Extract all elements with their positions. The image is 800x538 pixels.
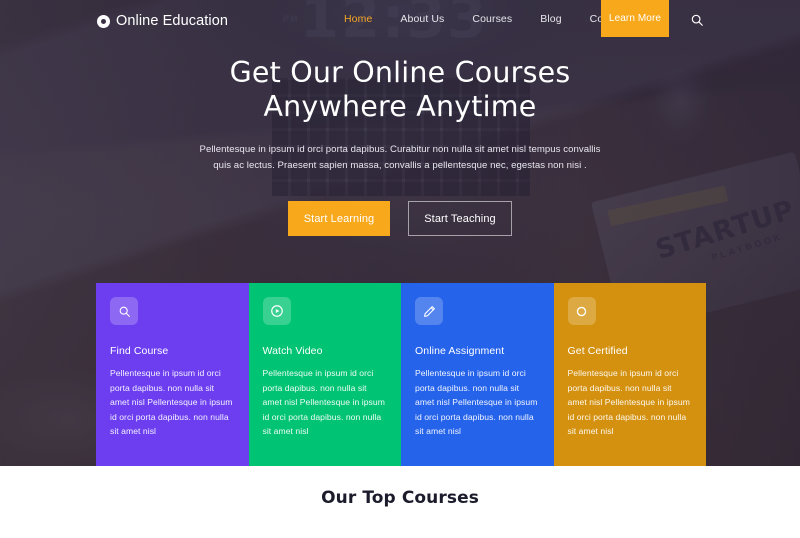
start-teaching-button[interactable]: Start Teaching (408, 201, 512, 236)
feature-card-title: Get Certified (567, 345, 628, 357)
top-courses-section: Our Top Courses (0, 466, 800, 538)
feature-card-title: Watch Video (262, 345, 323, 357)
feature-card-text: Pellentesque in ipsum id orci porta dapi… (567, 368, 690, 437)
hero-title-line1: Get Our Online Courses (229, 56, 571, 89)
brand-logo[interactable]: Online Education (97, 13, 228, 29)
feature-card-get-certified[interactable]: Get Certified Pellentesque in ipsum id o… (553, 283, 706, 466)
nav-link-blog[interactable]: Blog (526, 0, 575, 38)
pencil-icon (415, 297, 443, 325)
top-navigation-bar: Online Education Home About Us Courses B… (0, 0, 800, 38)
feature-card-text: Pellentesque in ipsum id orci porta dapi… (415, 368, 538, 437)
feature-card-title: Find Course (110, 345, 169, 357)
hero-title: Get Our Online Courses Anywhere Anytime (0, 56, 800, 124)
play-circle-icon (262, 297, 291, 325)
learn-more-button[interactable]: Learn More (601, 0, 669, 37)
section-title: Our Top Courses (321, 488, 479, 508)
feature-cards: Find Course Pellentesque in ipsum id orc… (96, 283, 706, 466)
feature-card-text: Pellentesque in ipsum id orci porta dapi… (262, 368, 385, 437)
hero-title-line2: Anywhere Anytime (263, 90, 537, 123)
hero-subtitle: Pellentesque in ipsum id orci porta dapi… (199, 144, 601, 171)
landing-page: PM 12:33 STARTUP PLAYBOOK Online Educati… (0, 0, 800, 538)
search-icon[interactable] (688, 11, 706, 29)
brand-name: Online Education (116, 13, 229, 29)
hero-button-group: Start Learning Start Teaching (0, 201, 800, 236)
nav-link-about-us[interactable]: About Us (386, 0, 458, 38)
feature-card-find-course[interactable]: Find Course Pellentesque in ipsum id orc… (96, 283, 249, 466)
nav-link-courses[interactable]: Courses (458, 0, 526, 38)
nav-link-home[interactable]: Home (330, 0, 386, 38)
start-learning-button[interactable]: Start Learning (288, 201, 390, 236)
feature-card-online-assignment[interactable]: Online Assignment Pellentesque in ipsum … (401, 283, 554, 466)
feature-card-watch-video[interactable]: Watch Video Pellentesque in ipsum id orc… (248, 283, 401, 466)
certificate-ring-icon (567, 297, 596, 325)
search-icon (110, 297, 138, 325)
feature-card-text: Pellentesque in ipsum id orci porta dapi… (110, 368, 233, 437)
circle-dot-icon (97, 14, 110, 28)
hero-content: Get Our Online Courses Anywhere Anytime … (0, 56, 800, 236)
feature-card-title: Online Assignment (415, 345, 505, 357)
